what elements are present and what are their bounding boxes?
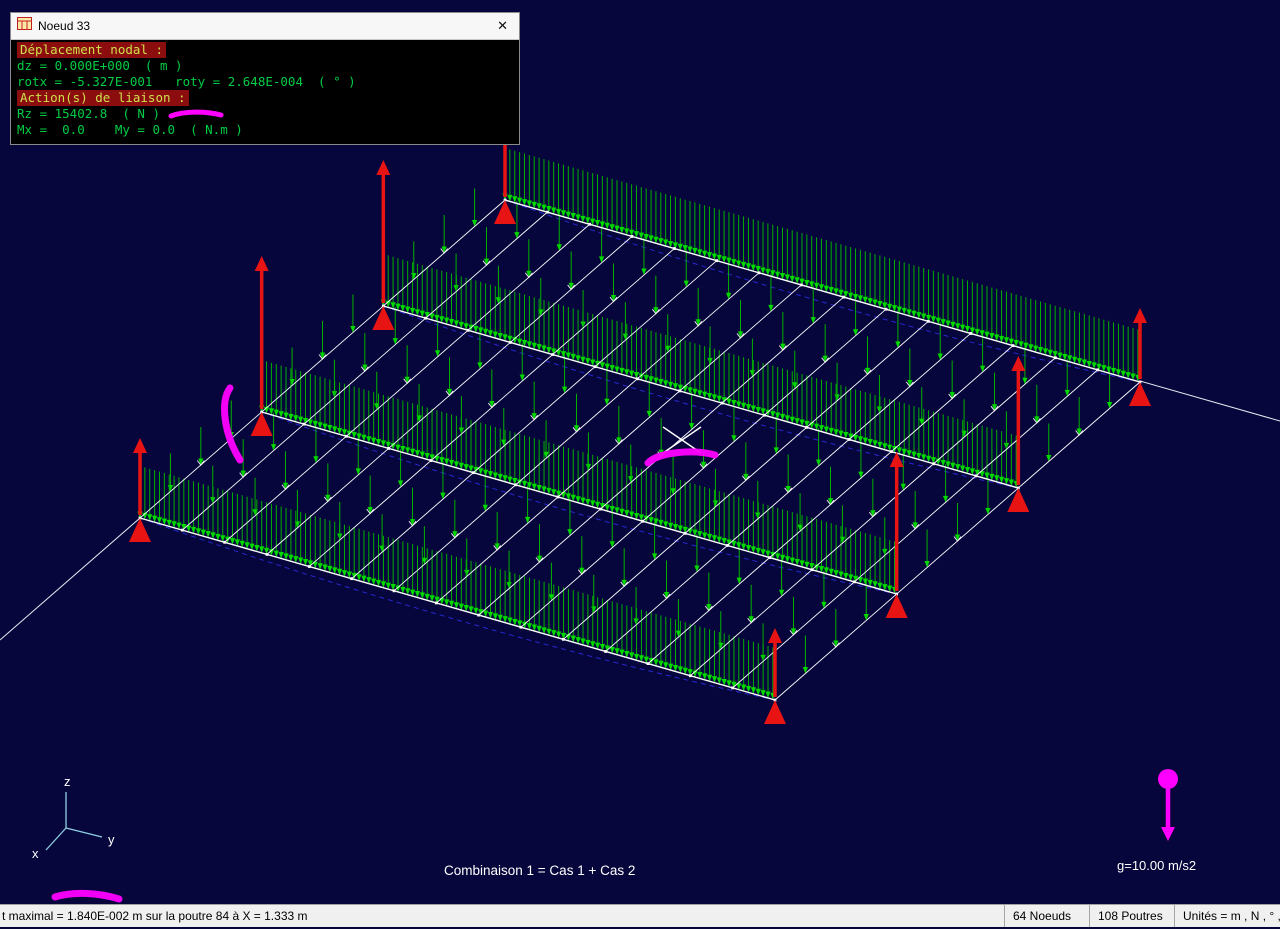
- close-icon[interactable]: ✕: [492, 13, 513, 39]
- popup-titlebar[interactable]: Noeud 33 ✕: [11, 13, 519, 40]
- combination-label: Combinaison 1 = Cas 1 + Cas 2: [444, 863, 636, 878]
- support-reaction-arrow: [1129, 308, 1151, 406]
- application-window: Noeud 33 ✕ Déplacement nodal : dz = 0.00…: [0, 0, 1280, 929]
- popup-body: Déplacement nodal : dz = 0.000E+000 ( m …: [11, 40, 519, 138]
- load-arrows-layer: [137, 148, 1141, 700]
- value-rotations: rotx = -5.327E-001 roty = 2.648E-004 ( °…: [17, 74, 356, 89]
- coordinate-triad: [45, 792, 103, 851]
- deformed-shape-layer: [139, 199, 1141, 701]
- popup-title: Noeud 33: [38, 19, 91, 33]
- app-icon: [17, 17, 32, 35]
- status-units: Unités = m , N , ° , °C: [1174, 905, 1280, 927]
- value-rz: Rz = 15402.8 ( N ): [17, 106, 160, 121]
- highlight-scribble: [168, 109, 224, 119]
- grid-layer: [139, 199, 1141, 701]
- axis-x-label: x: [32, 846, 39, 861]
- annotation-scribbles: [51, 384, 719, 903]
- beam-tick-layer: [196, 248, 1084, 648]
- node-info-window[interactable]: Noeud 33 ✕ Déplacement nodal : dz = 0.00…: [10, 12, 520, 145]
- gravity-label: g=10.00 m/s2: [1117, 858, 1197, 873]
- status-message: t maximal = 1.840E-002 m sur la poutre 8…: [2, 909, 308, 923]
- axis-y-label: y: [108, 832, 115, 847]
- global-axis-lines: [0, 380, 1280, 641]
- status-beam-count: 108 Poutres: [1089, 905, 1174, 927]
- axis-z-label: z: [64, 774, 71, 789]
- section-label-displacement: Déplacement nodal :: [17, 42, 166, 58]
- section-label-reactions: Action(s) de liaison :: [17, 90, 189, 106]
- support-reaction-arrow: [129, 438, 151, 542]
- status-bar: t maximal = 1.840E-002 m sur la poutre 8…: [0, 904, 1280, 927]
- status-node-count: 64 Noeuds: [1004, 905, 1089, 927]
- value-moments: Mx = 0.0 My = 0.0 ( N.m ): [17, 122, 243, 137]
- gravity-indicator: [1158, 769, 1178, 841]
- value-dz: dz = 0.000E+000 ( m ): [17, 58, 183, 73]
- node-layer: [138, 198, 1142, 702]
- support-reaction-arrow: [764, 628, 786, 724]
